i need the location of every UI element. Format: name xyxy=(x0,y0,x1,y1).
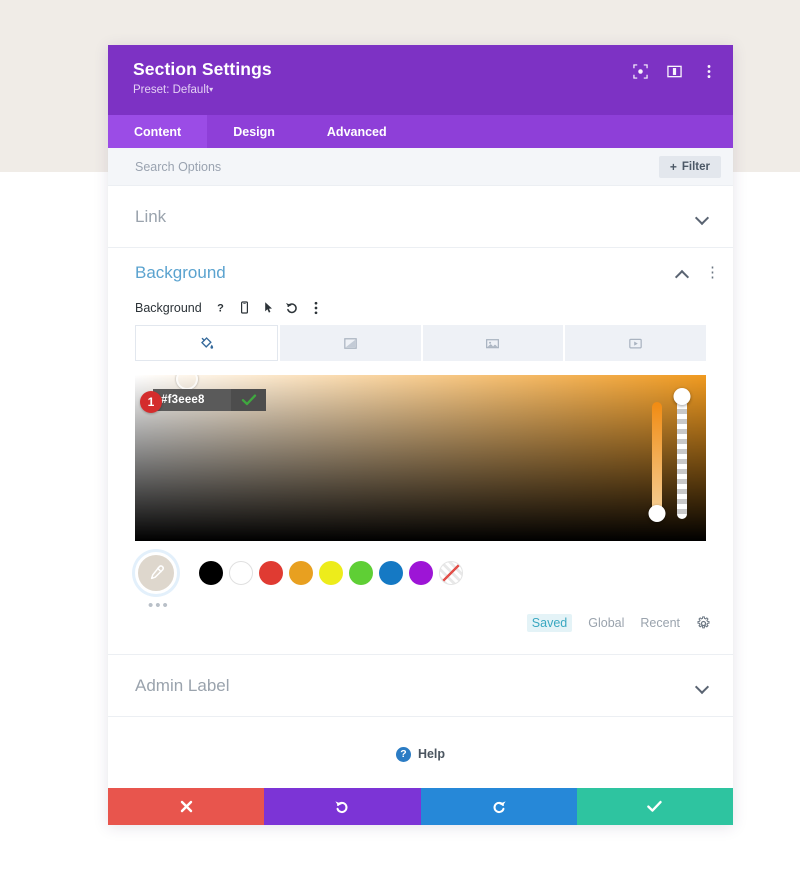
search-row: + Filter xyxy=(108,148,733,186)
section-background-title: Background xyxy=(135,263,226,282)
reset-undo-icon[interactable] xyxy=(285,300,300,315)
more-options-icon[interactable] xyxy=(309,300,324,315)
cancel-button[interactable] xyxy=(108,788,265,825)
responsive-phone-icon[interactable] xyxy=(237,300,252,315)
modal-header: Section Settings Preset: Default▾ xyxy=(108,45,733,115)
swatch-orange[interactable] xyxy=(289,561,313,585)
modal-body: Link Background ⋮ Background ? 1 #f3eee8… xyxy=(108,186,733,788)
swatch-yellow[interactable] xyxy=(319,561,343,585)
header-icon-group xyxy=(632,63,717,80)
background-field-label: Background xyxy=(135,300,202,315)
help-question-icon: ? xyxy=(395,746,411,762)
palette-tab-global[interactable]: Global xyxy=(588,616,624,630)
redo-arrow-icon xyxy=(493,800,506,813)
tab-design[interactable]: Design xyxy=(207,115,301,148)
tab-content[interactable]: Content xyxy=(108,115,208,148)
step-badge-1: 1 xyxy=(140,391,162,413)
background-type-tabs xyxy=(135,325,706,361)
palette-tab-recent[interactable]: Recent xyxy=(640,616,680,630)
swatch-purple[interactable] xyxy=(409,561,433,585)
hex-input-group: 1 xyxy=(140,389,266,413)
save-button[interactable] xyxy=(576,788,733,825)
undo-arrow-icon xyxy=(335,800,348,813)
section-background-kebab-icon[interactable]: ⋮ xyxy=(705,265,720,279)
section-admin-label[interactable]: Admin Label xyxy=(108,655,733,717)
chevron-down-icon[interactable] xyxy=(696,682,709,690)
swatch-green[interactable] xyxy=(349,561,373,585)
help-link[interactable]: ? Help xyxy=(108,717,733,788)
bg-image-tab[interactable] xyxy=(422,325,564,361)
bg-color-tab[interactable] xyxy=(135,325,278,361)
swatch-black[interactable] xyxy=(199,561,223,585)
color-picker: 1 xyxy=(135,375,706,541)
chevron-down-icon[interactable] xyxy=(696,213,709,221)
chevron-down-icon: ▾ xyxy=(209,85,214,94)
svg-text:?: ? xyxy=(217,302,224,314)
swatch-row: ••• xyxy=(108,541,733,614)
swatch-blue[interactable] xyxy=(379,561,403,585)
chevron-up-icon[interactable] xyxy=(676,269,689,277)
sv-cursor-handle[interactable] xyxy=(176,375,198,390)
swatch-red[interactable] xyxy=(259,561,283,585)
undo-button[interactable] xyxy=(264,788,421,825)
hover-cursor-icon[interactable] xyxy=(261,300,276,315)
tab-advanced[interactable]: Advanced xyxy=(301,115,413,148)
hue-slider-handle[interactable] xyxy=(648,505,666,522)
swatch-none[interactable] xyxy=(439,561,463,585)
fullscreen-icon[interactable] xyxy=(632,63,649,80)
layout-columns-icon[interactable] xyxy=(666,63,683,80)
eyedropper-icon[interactable] xyxy=(135,552,177,594)
modal-footer xyxy=(108,788,733,825)
section-background-header[interactable]: Background ⋮ xyxy=(108,248,733,298)
more-vertical-icon[interactable] xyxy=(700,63,717,80)
section-settings-modal: Section Settings Preset: Default▾ Conten… xyxy=(108,45,733,825)
search-input[interactable] xyxy=(135,159,659,174)
palette-tab-row: Saved Global Recent xyxy=(108,594,733,640)
close-x-icon xyxy=(180,800,192,813)
help-question-icon[interactable]: ? xyxy=(213,300,228,315)
background-field-label-row: Background ? xyxy=(108,298,733,325)
swatch-list xyxy=(199,561,463,585)
modal-tab-bar: Content Design Advanced xyxy=(108,115,733,148)
check-icon xyxy=(647,800,663,812)
section-link[interactable]: Link xyxy=(108,186,733,248)
hex-confirm-button[interactable] xyxy=(231,389,266,411)
section-link-title: Link xyxy=(135,206,167,226)
swatch-white[interactable] xyxy=(229,561,253,585)
palette-tab-saved[interactable]: Saved xyxy=(526,614,573,632)
bg-video-tab[interactable] xyxy=(565,325,706,361)
hex-color-input[interactable] xyxy=(153,389,231,411)
section-admin-label-title: Admin Label xyxy=(135,675,230,695)
preset-selector[interactable]: Preset: Default▾ xyxy=(133,83,711,98)
redo-button[interactable] xyxy=(420,788,577,825)
hue-slider[interactable] xyxy=(648,402,666,522)
filter-button-label: Filter xyxy=(681,160,710,173)
page-title: Section Settings xyxy=(133,59,272,79)
plus-icon: + xyxy=(669,159,677,174)
filter-button[interactable]: + Filter xyxy=(658,155,721,178)
bg-gradient-tab[interactable] xyxy=(279,325,421,361)
alpha-slider-handle[interactable] xyxy=(673,388,691,405)
more-swatches-icon[interactable]: ••• xyxy=(148,597,170,614)
gear-icon[interactable] xyxy=(696,615,711,631)
help-label: Help xyxy=(417,747,446,761)
alpha-slider[interactable] xyxy=(673,388,691,519)
preset-label: Preset: Default xyxy=(133,84,210,96)
